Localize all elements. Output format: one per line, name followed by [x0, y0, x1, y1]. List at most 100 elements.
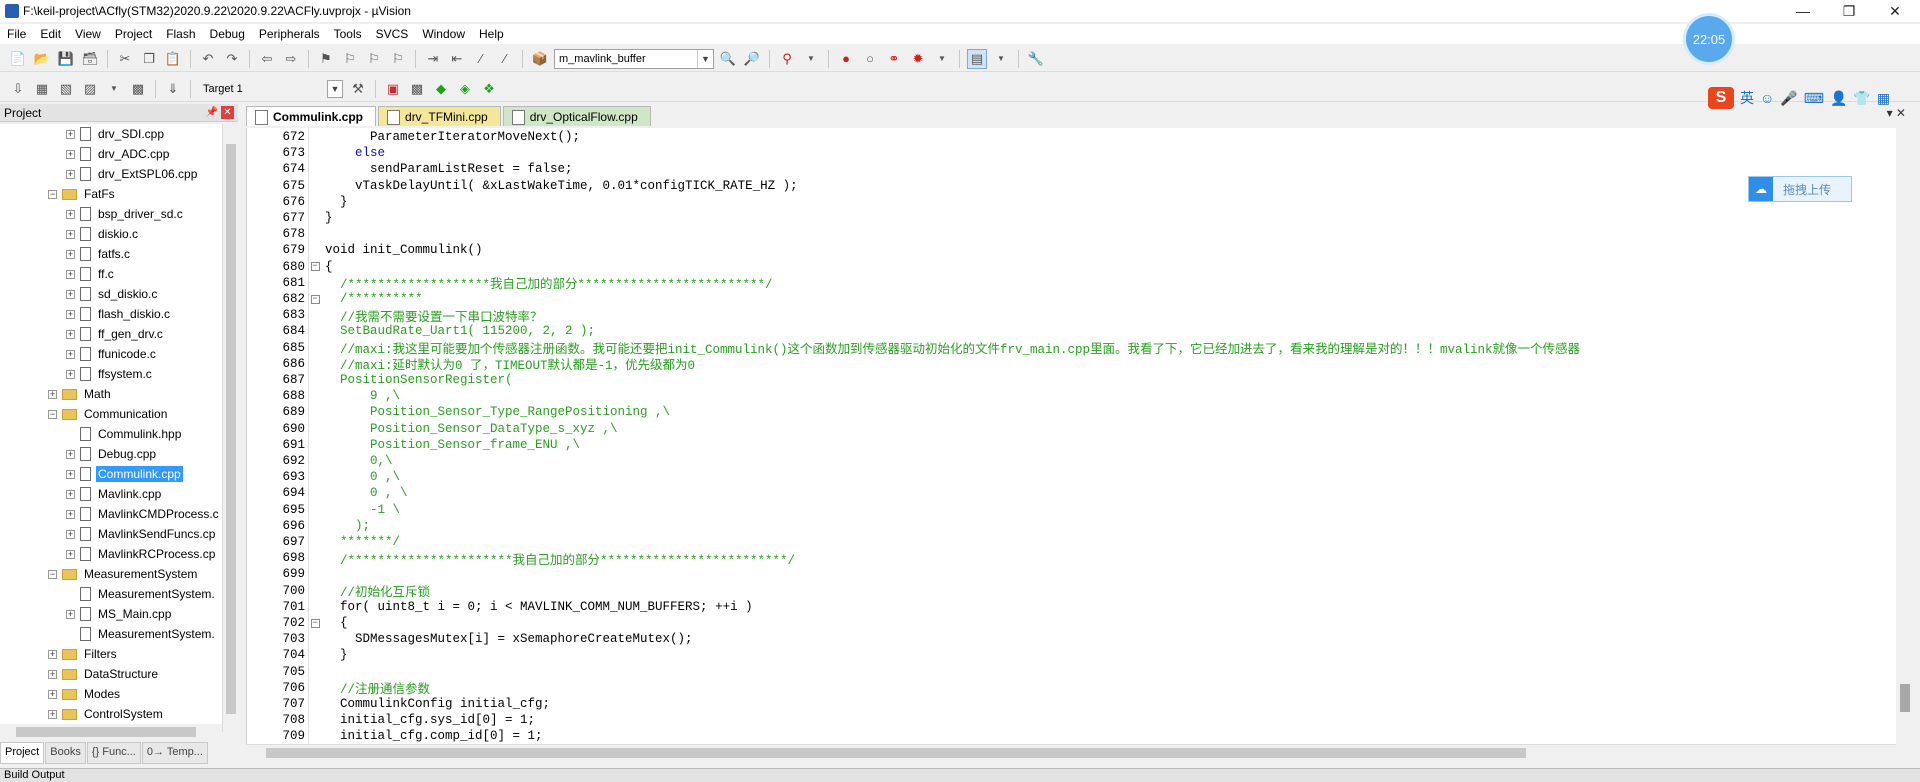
code-line[interactable]: 681 /*******************我自己加的部分*********… [247, 275, 1896, 293]
pack-installer-icon[interactable]: ◈ [455, 79, 475, 99]
bookmark-next-icon[interactable]: ⚐ [364, 49, 384, 69]
nav-back-icon[interactable]: ⇦ [257, 49, 277, 69]
microphone-icon[interactable]: 🎤 [1780, 90, 1797, 107]
undo-icon[interactable]: ↶ [198, 49, 218, 69]
incremental-find-icon[interactable]: 🔎 [742, 49, 762, 69]
save-all-icon[interactable]: 🗃 [80, 49, 100, 69]
code-line[interactable]: 708 initial_cfg.sys_id[0] = 1; [247, 712, 1896, 728]
save-icon[interactable]: 💾 [56, 49, 76, 69]
code-line[interactable]: 702− { [247, 615, 1896, 631]
expand-icon[interactable]: + [66, 489, 75, 499]
code-line[interactable]: 685 //maxi:我这里可能要加个传感器注册函数。我可能还要把init_Co… [247, 340, 1896, 358]
tree-file[interactable]: + flash_diskio.c [66, 304, 172, 324]
tree-folder[interactable]: − Communication [48, 404, 169, 424]
panel-tab-0[interactable]: Project [0, 742, 45, 764]
expand-icon[interactable]: + [48, 709, 57, 719]
scrollbar-thumb[interactable] [1900, 684, 1910, 712]
code-line[interactable]: 684 SetBaudRate_Uart1( 115200, 2, 2 ); [247, 323, 1896, 339]
code-line[interactable]: 678 [247, 226, 1896, 242]
target-combo[interactable]: Target 1 ▼ [198, 79, 344, 99]
indent-icon[interactable]: ⇥ [423, 49, 443, 69]
menu-debug[interactable]: Debug [203, 27, 252, 41]
chevron-down-icon[interactable]: ▼ [932, 49, 952, 69]
scrollbar-thumb[interactable] [266, 748, 1526, 758]
menu-file[interactable]: File [0, 27, 33, 41]
paste-icon[interactable]: 📋 [163, 49, 183, 69]
tree-file[interactable]: + MavlinkSendFuncs.cp [66, 524, 217, 544]
tree-folder[interactable]: + Math [48, 384, 113, 404]
code-line[interactable]: 698 /**********************我自己加的部分******… [247, 550, 1896, 568]
expand-icon[interactable]: + [66, 469, 75, 479]
code-line[interactable]: 695 -1 \ [247, 502, 1896, 518]
user-icon[interactable]: 👤 [1830, 90, 1847, 107]
fold-toggle-icon[interactable]: − [310, 262, 320, 272]
tree-file[interactable]: + ffunicode.c [66, 344, 158, 364]
expand-icon[interactable]: + [48, 669, 57, 679]
expand-icon[interactable]: + [48, 389, 57, 399]
chevron-down-icon[interactable]: ▼ [697, 49, 713, 68]
tree-file[interactable]: + ff_gen_drv.c [66, 324, 165, 344]
emoji-icon[interactable]: ☺ [1760, 90, 1774, 106]
breakpoint-disable-icon[interactable]: ○ [860, 49, 880, 69]
skin-icon[interactable]: 👕 [1853, 90, 1870, 107]
nav-forward-icon[interactable]: ⇨ [281, 49, 301, 69]
panel-tab-2[interactable]: {} Func... [86, 742, 141, 764]
code-line[interactable]: 689 Position_Sensor_Type_RangePositionin… [247, 404, 1896, 420]
tree-file[interactable]: + drv_SDI.cpp [66, 124, 166, 144]
stop-build-icon[interactable]: ▩ [128, 79, 148, 99]
file-tab[interactable]: Commulink.cpp [246, 106, 377, 126]
code-line[interactable]: 703 SDMessagesMutex[i] = xSemaphoreCreat… [247, 631, 1896, 647]
collapse-icon[interactable]: − [48, 189, 57, 199]
tree-folder[interactable]: + DataStructure [48, 664, 160, 684]
batch-build-icon[interactable]: ▨ [80, 79, 100, 99]
ime-language-toggle[interactable]: 英 [1740, 88, 1754, 108]
new-file-icon[interactable]: 📄 [8, 49, 28, 69]
tree-file[interactable]: + fatfs.c [66, 244, 132, 264]
manage-project-icon[interactable]: ▣ [383, 79, 403, 99]
select-pack-icon[interactable]: ▩ [407, 79, 427, 99]
code-line[interactable]: 677} [247, 210, 1896, 226]
code-line[interactable]: 705 [247, 664, 1896, 680]
expand-icon[interactable]: + [66, 229, 75, 239]
editor-vscrollbar[interactable] [1896, 128, 1914, 744]
tree-folder[interactable]: + Modes [48, 684, 122, 704]
expand-icon[interactable]: + [66, 509, 75, 519]
cut-icon[interactable]: ✂ [115, 49, 135, 69]
panel-tab-1[interactable]: Books [45, 742, 86, 764]
expand-icon[interactable]: + [66, 349, 75, 359]
code-line[interactable]: 674 sendParamListReset = false; [247, 161, 1896, 177]
chevron-down-icon[interactable]: ▼ [991, 49, 1011, 69]
tree-folder[interactable]: + Filters [48, 644, 119, 664]
code-line[interactable]: 690 Position_Sensor_DataType_s_xyz ,\ [247, 421, 1896, 437]
code-line[interactable]: 683 //我需不需要设置一下串口波特率？ [247, 307, 1896, 325]
project-tree-hscrollbar[interactable] [0, 724, 222, 740]
tree-file[interactable]: Commulink.hpp [66, 424, 183, 444]
breakpoint-icon[interactable]: ● [836, 49, 856, 69]
tree-folder[interactable]: + ControlSystem [48, 704, 165, 724]
expand-icon[interactable]: + [66, 329, 75, 339]
tree-folder[interactable]: − FatFs [48, 184, 117, 204]
bookmark-prev-icon[interactable]: ⚐ [340, 49, 360, 69]
expand-icon[interactable]: + [66, 609, 75, 619]
code-line[interactable]: 673 else [247, 145, 1896, 161]
menu-tools[interactable]: Tools [327, 27, 369, 41]
expand-icon[interactable]: + [66, 289, 75, 299]
code-line[interactable]: 697 *******/ [247, 534, 1896, 550]
code-line[interactable]: 680−{ [247, 259, 1896, 275]
rebuild-icon[interactable]: ▧ [56, 79, 76, 99]
code-line[interactable]: 699 [247, 566, 1896, 582]
find-combo[interactable]: m_mavlink_buffer ▼ [554, 48, 714, 69]
close-icon[interactable]: ✕ [1872, 0, 1918, 22]
tree-file[interactable]: MeasurementSystem. [66, 584, 217, 604]
file-tab[interactable]: drv_OpticalFlow.cpp [502, 106, 651, 126]
editor-hscrollbar[interactable] [246, 744, 1896, 760]
panel-tab-3[interactable]: 0→ Temp... [141, 742, 208, 764]
tree-folder[interactable]: − MeasurementSystem [48, 564, 199, 584]
tree-file[interactable]: + sd_diskio.c [66, 284, 159, 304]
code-line[interactable]: 701 for( uint8_t i = 0; i < MAVLINK_COMM… [247, 599, 1896, 615]
configure-icon[interactable]: 🔧 [1026, 49, 1046, 69]
debug-start-icon[interactable]: ⚲ [777, 49, 797, 69]
manage-rte-icon[interactable]: ◆ [431, 79, 451, 99]
keyboard-icon[interactable]: ⌨ [1804, 90, 1824, 107]
tree-file[interactable]: + Commulink.cpp [66, 464, 183, 484]
